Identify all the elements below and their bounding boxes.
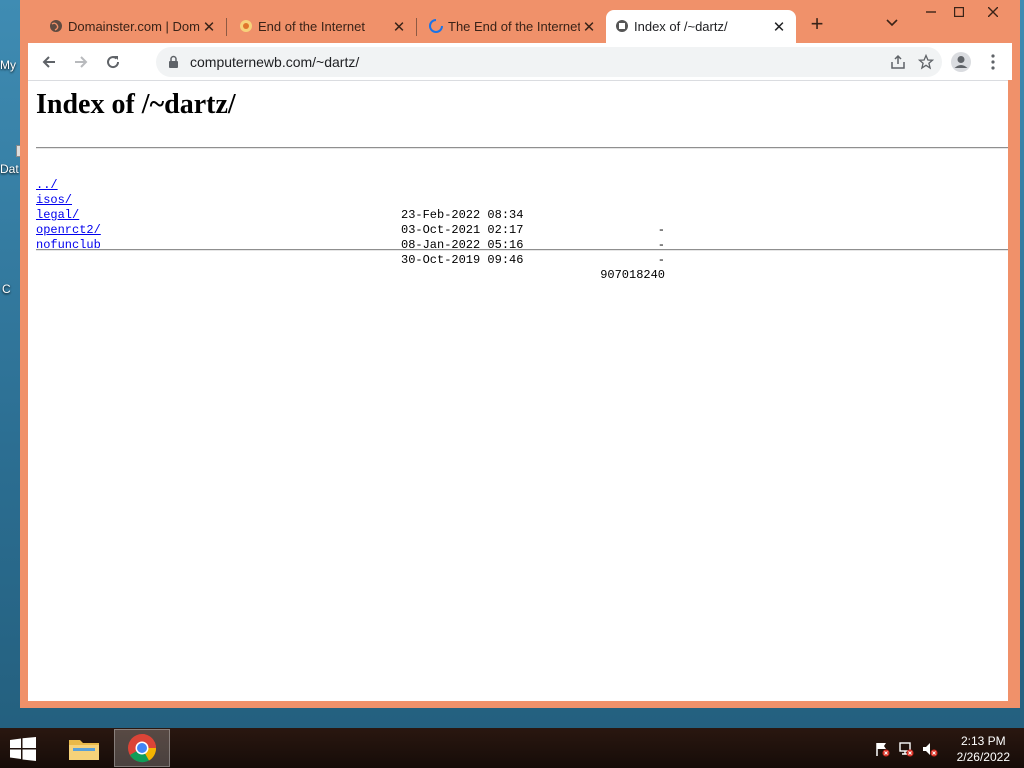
back-arrow-icon — [42, 56, 55, 68]
tab-strip: Domainster.com | Domai ✕ End of the Inte… — [20, 0, 1020, 43]
clock-time: 2:13 PM — [960, 734, 1006, 748]
tab-title: The End of the Internet — [448, 19, 580, 34]
url-text[interactable]: computernewb.com/~dartz/ — [190, 54, 359, 70]
list-item: isos/ 23-Feb-2022 08:34 - — [36, 178, 665, 237]
close-tab-icon[interactable]: ✕ — [580, 18, 598, 36]
entry-size: - — [657, 223, 665, 237]
chrome-taskbar-button[interactable] — [114, 729, 170, 767]
tab-end-of-internet[interactable]: End of the Internet ✕ — [230, 10, 416, 43]
globe-icon — [49, 19, 63, 33]
desktop-icon-label[interactable]: C — [2, 282, 11, 296]
page-icon — [615, 19, 629, 33]
reload-icon — [107, 56, 120, 69]
close-tab-icon[interactable]: ✕ — [770, 18, 788, 36]
tab-separator — [416, 18, 417, 36]
list-item: legal/ 03-Oct-2021 02:17 - — [36, 193, 665, 252]
forward-button[interactable] — [68, 49, 94, 75]
tab-title: End of the Internet — [258, 19, 365, 34]
entry-size: - — [657, 253, 665, 267]
tab-title: Domainster.com | Domai — [68, 19, 200, 34]
lock-icon[interactable] — [168, 55, 179, 74]
close-tab-icon[interactable]: ✕ — [200, 18, 218, 36]
profile-button[interactable] — [948, 49, 974, 75]
page-title: Index of /~dartz/ — [36, 89, 236, 120]
tab-domainster[interactable]: Domainster.com | Domai ✕ — [40, 10, 226, 43]
start-button[interactable] — [9, 737, 37, 761]
new-tab-button[interactable]: + — [806, 13, 828, 35]
tab-search-icon[interactable] — [886, 16, 898, 30]
bookmark-star-icon[interactable] — [917, 53, 935, 75]
entry-size: 907018240 — [600, 268, 665, 282]
reload-button[interactable] — [100, 49, 126, 75]
windows-logo-icon — [10, 737, 36, 761]
close-window-button[interactable] — [978, 2, 1008, 22]
share-icon[interactable] — [890, 54, 906, 75]
minimize-button[interactable] — [916, 2, 946, 22]
directory-listing: ../ isos/ 23-Feb-2022 08:34 - legal/ 03-… — [36, 163, 665, 282]
system-clock[interactable]: 2:13 PM 2/26/2022 — [957, 733, 1010, 765]
forward-arrow-icon — [75, 56, 88, 68]
loading-spinner-icon — [429, 19, 443, 33]
file-explorer-icon — [69, 740, 99, 760]
network-icon[interactable] — [898, 741, 914, 757]
file-explorer-taskbar-button[interactable] — [56, 729, 112, 767]
chrome-icon — [128, 734, 157, 763]
list-item: openrct2/ 08-Jan-2022 05:16 - — [36, 208, 665, 267]
tab-title: Index of /~dartz/ — [634, 19, 728, 34]
address-bar[interactable]: computernewb.com/~dartz/ — [156, 47, 942, 77]
clock-date: 2/26/2022 — [956, 750, 1010, 764]
desktop-icon-label[interactable]: Dat — [0, 162, 19, 176]
menu-button[interactable] — [980, 49, 1006, 75]
tab-index-dartz[interactable]: Index of /~dartz/ ✕ — [606, 10, 796, 43]
back-button[interactable] — [36, 49, 62, 75]
volume-muted-icon[interactable] — [922, 741, 938, 757]
divider — [36, 249, 1008, 251]
entry-date: 30-Oct-2019 09:46 — [401, 253, 524, 267]
kebab-menu-icon — [991, 54, 995, 70]
page-content: Index of /~dartz/ ../ isos/ 23-Feb-2022 … — [28, 80, 1008, 701]
maximize-button[interactable] — [944, 2, 974, 22]
entry-date: 23-Feb-2022 08:34 — [401, 208, 524, 222]
site-icon — [239, 19, 253, 33]
tab-the-end-of-internet[interactable]: The End of the Internet ✕ — [420, 10, 606, 43]
list-item: nofunclub 30-Oct-2019 09:46 907018240 — [36, 223, 665, 282]
desktop-icon-label[interactable]: My — [0, 58, 16, 72]
profile-icon — [951, 52, 971, 72]
action-center-flag-icon[interactable] — [874, 741, 890, 757]
browser-toolbar: computernewb.com/~dartz/ — [28, 43, 1012, 80]
tab-separator — [226, 18, 227, 36]
entry-date: 03-Oct-2021 02:17 — [401, 223, 524, 237]
divider — [36, 147, 1008, 149]
close-tab-icon[interactable]: ✕ — [390, 18, 408, 36]
taskbar: 2:13 PM 2/26/2022 — [0, 728, 1024, 768]
list-item: ../ — [36, 163, 94, 192]
browser-window: Domainster.com | Domai ✕ End of the Inte… — [20, 0, 1020, 708]
